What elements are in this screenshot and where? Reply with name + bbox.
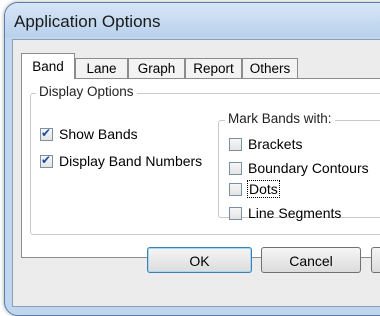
boundary-contours-label: Boundary Contours — [248, 160, 369, 176]
tab-report[interactable]: Report — [185, 58, 242, 78]
tab-band[interactable]: Band — [21, 53, 75, 79]
show-bands-label: Show Bands — [59, 126, 138, 142]
cancel-button[interactable]: Cancel — [261, 247, 361, 273]
dots-checkbox[interactable]: Dots — [229, 180, 280, 198]
tab-lane[interactable]: Lane — [75, 58, 128, 78]
show-bands-checkbox[interactable]: Show Bands — [40, 126, 138, 142]
band-tab-panel: Display Options Show Bands Display Band … — [21, 78, 380, 258]
mark-bands-legend: Mark Bands with: — [225, 111, 335, 126]
dots-label: Dots — [247, 180, 280, 198]
line-segments-label: Line Segments — [248, 205, 342, 221]
display-band-numbers-checkbox[interactable]: Display Band Numbers — [40, 153, 202, 169]
partial-button[interactable] — [371, 247, 380, 273]
line-segments-checkbox[interactable]: Line Segments — [229, 205, 341, 221]
check-icon — [40, 126, 53, 141]
display-options-legend: Display Options — [36, 84, 137, 99]
tab-others[interactable]: Others — [242, 58, 298, 78]
ok-button[interactable]: OK — [147, 247, 252, 273]
tab-graph[interactable]: Graph — [128, 58, 185, 78]
display-band-numbers-label: Display Band Numbers — [59, 153, 203, 169]
checkbox-box — [229, 182, 242, 196]
checkbox-box — [229, 161, 242, 175]
checkbox-box — [229, 206, 242, 220]
window-title: Application Options — [14, 12, 161, 31]
check-icon — [40, 153, 53, 168]
brackets-label: Brackets — [248, 136, 303, 152]
application-options-window: Application Options Band Lane Graph Repo… — [4, 2, 380, 316]
brackets-checkbox[interactable]: Brackets — [229, 136, 302, 152]
checkbox-box — [229, 137, 242, 151]
boundary-contours-checkbox[interactable]: Boundary Contours — [229, 160, 369, 176]
title-bar[interactable]: Application Options — [5, 3, 380, 37]
